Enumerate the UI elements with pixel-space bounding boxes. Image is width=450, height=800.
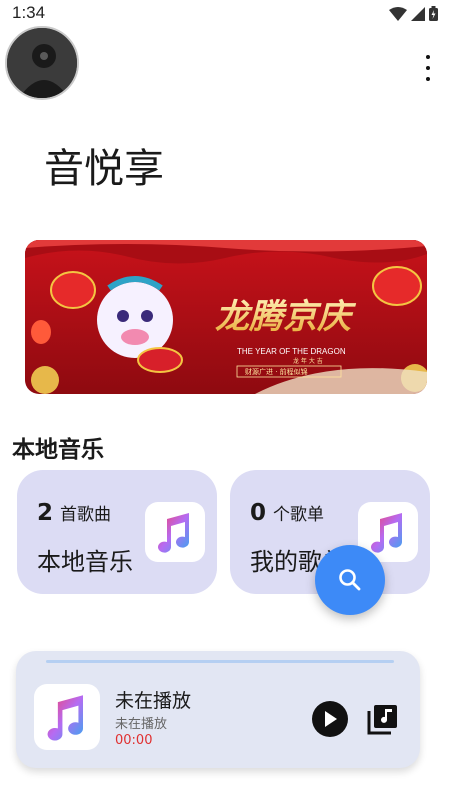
- playback-progress-bar[interactable]: [46, 660, 394, 663]
- local-songs-label: 本地音乐: [37, 548, 133, 576]
- playlist-icon: [367, 705, 397, 735]
- now-playing-artist: 未在播放: [115, 717, 168, 732]
- battery-icon: [429, 6, 438, 21]
- song-count-number: 2: [37, 500, 54, 526]
- local-music-section-title: 本地音乐: [12, 437, 104, 463]
- avatar[interactable]: [5, 26, 79, 100]
- song-count-unit: 首歌曲: [60, 505, 112, 525]
- wifi-icon: [389, 6, 407, 21]
- now-playing-title: 未在播放: [115, 690, 192, 712]
- card-app-icon: [145, 502, 205, 562]
- signal-icon: [411, 6, 425, 21]
- status-icons: [389, 6, 438, 21]
- banner-subtitle-en: THE YEAR OF THE DRAGON: [237, 347, 346, 356]
- banner-headline: 龙腾京庆: [215, 297, 357, 337]
- music-note-icon: [158, 513, 190, 553]
- playlist-count-unit: 个歌单: [273, 505, 325, 525]
- banner-image: 龙腾京庆 THE YEAR OF THE DRAGON 龙 年 大 吉 财源广进…: [25, 240, 427, 394]
- mini-player[interactable]: 未在播放 未在播放 00:00: [16, 651, 420, 768]
- promo-banner[interactable]: 龙腾京庆 THE YEAR OF THE DRAGON 龙 年 大 吉 财源广进…: [25, 240, 427, 394]
- status-bar: 1:34: [0, 0, 450, 28]
- player-album-art: [34, 684, 100, 750]
- banner-slogan: 财源广进 · 前程似锦: [245, 367, 308, 376]
- music-note-icon: [371, 513, 403, 553]
- avatar-icon: [7, 28, 77, 98]
- banner-subtitle-cn: 龙 年 大 吉: [293, 357, 323, 365]
- playlist-count-number: 0: [250, 500, 267, 526]
- search-icon: [339, 569, 361, 591]
- music-note-icon: [47, 695, 84, 741]
- playback-time: 00:00: [115, 733, 153, 748]
- status-time: 1:34: [12, 3, 46, 22]
- playlist-button[interactable]: [366, 702, 400, 736]
- play-button[interactable]: [312, 701, 348, 737]
- song-count: 2 首歌曲: [37, 500, 111, 526]
- local-songs-card[interactable]: 2 首歌曲 本地音乐: [17, 470, 217, 594]
- playlist-count: 0 个歌单: [250, 500, 324, 526]
- search-button[interactable]: [315, 545, 385, 615]
- more-options-button[interactable]: [420, 55, 436, 81]
- more-vert-icon: [426, 55, 430, 59]
- play-icon: [325, 711, 337, 727]
- app-title: 音悦享: [44, 146, 164, 192]
